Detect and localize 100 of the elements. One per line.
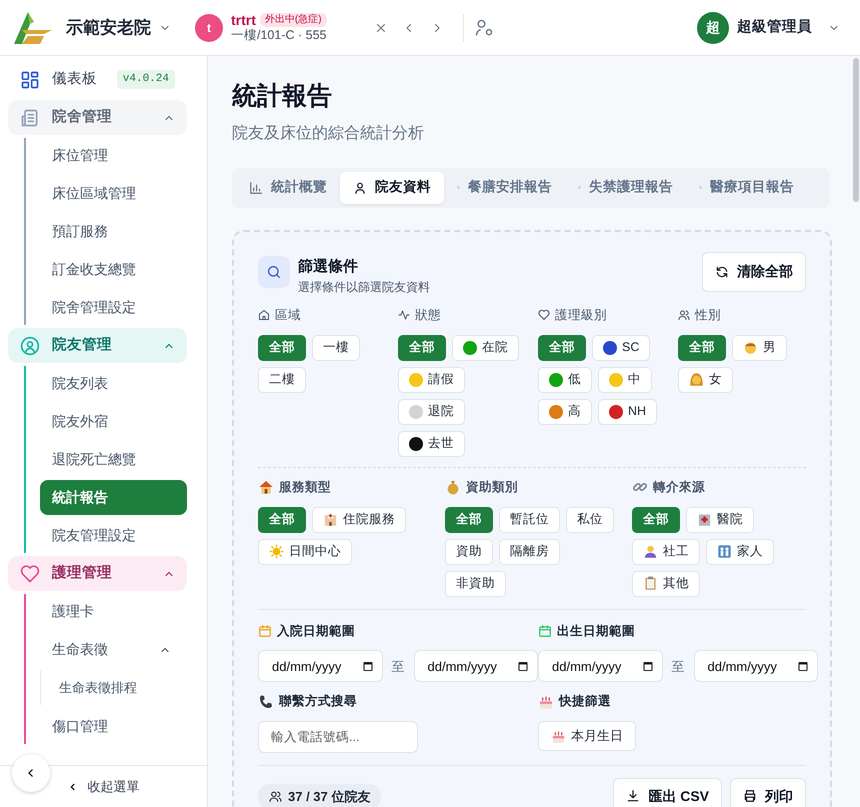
sidebar-subitem[interactable]: 院友外宿 [40, 404, 187, 439]
birthday-filter-button[interactable]: 本月生日 [538, 721, 636, 751]
tab[interactable]: 醫療項目報告 [686, 172, 807, 204]
sidebar-subitem[interactable]: 院友列表 [40, 366, 187, 401]
cake-icon [551, 728, 566, 744]
filter-chip[interactable]: 全部 [258, 334, 306, 361]
sidebar-item[interactable]: 儀表板 v4.0.24 [8, 62, 187, 97]
resident-count: 37 / 37 位院友 [258, 784, 382, 807]
sidebar-group[interactable]: 護理管理 [8, 556, 187, 591]
filter-chip[interactable]: 資助 [445, 538, 493, 564]
calendar-icon [258, 624, 272, 638]
sidebar-subitem[interactable]: 床位管理 [40, 138, 187, 173]
date-field[interactable]: dd/mm/yyyy [538, 650, 662, 682]
tab[interactable]: 統計概覽 [236, 172, 340, 204]
sidebar-group[interactable]: 院友管理 [8, 328, 187, 363]
phone-search-field[interactable]: 輸入電話號碼... [258, 721, 418, 753]
filter-label: 護理級別 [555, 307, 607, 324]
print-button[interactable]: 列印 [730, 778, 806, 807]
sidebar-subitem[interactable]: 傷口管理 [40, 709, 187, 744]
sidebar-subitem[interactable]: 生命表徵排程 [53, 670, 187, 705]
close-icon [374, 22, 387, 34]
range-separator: 至 [672, 658, 684, 676]
money-bag-icon [445, 479, 461, 496]
filter-chip[interactable]: 高 [538, 398, 592, 425]
filter-chip[interactable]: 去世 [398, 430, 465, 457]
sidebar-group[interactable]: 院舍管理 [8, 100, 187, 135]
printer-icon [743, 789, 757, 803]
close-button[interactable] [374, 22, 387, 34]
filter-chip[interactable]: 全部 [678, 334, 726, 361]
date-range-label: 入院日期範圍 [277, 622, 355, 640]
page-subtitle: 院友及床位的綜合統計分析 [232, 124, 425, 144]
bar-chart-icon [249, 180, 263, 194]
filter-chip[interactable]: 私位 [566, 506, 614, 532]
user-avatar: 超 [697, 12, 729, 44]
filter-title: 篩選條件 [298, 256, 359, 276]
chevron-left-icon [68, 782, 78, 792]
filter-chip[interactable]: 全部 [258, 506, 306, 532]
filter-chip[interactable]: 其他 [632, 570, 700, 596]
filter-subtitle: 選擇條件以篩選院友資料 [298, 279, 430, 296]
heart-icon [538, 309, 550, 322]
filter-chip[interactable]: 住院服務 [312, 506, 406, 532]
filter-chip[interactable]: SC [592, 334, 650, 361]
page-title: 統計報告 [232, 81, 333, 112]
collapse-menu-link[interactable]: 收起選單 [88, 776, 140, 796]
tab[interactable]: 失禁護理報告 [565, 172, 686, 204]
filter-chip[interactable]: 女 [678, 366, 733, 393]
person-icon [643, 544, 658, 559]
tab[interactable]: 餐膳安排報告 [444, 172, 565, 204]
range-separator: 至 [392, 658, 404, 676]
filter-chip[interactable]: 在院 [452, 334, 519, 361]
status-badge: 外出中(急症) [260, 12, 327, 27]
tab[interactable]: 院友資料 [340, 172, 444, 204]
sidebar-subitem[interactable]: 訂金收支總覽 [40, 252, 187, 287]
hospital-icon [697, 512, 712, 527]
sidebar-subitem[interactable]: 院友管理設定 [40, 518, 187, 553]
filter-chip[interactable]: 全部 [538, 334, 586, 361]
filter-chip[interactable]: 暫託位 [499, 506, 560, 532]
cake-icon [538, 694, 554, 710]
filter-chip[interactable]: 退院 [398, 398, 465, 425]
filter-chip[interactable]: 醫院 [686, 506, 754, 532]
filter-chip[interactable]: 全部 [445, 506, 493, 532]
sidebar-subitem[interactable]: 退院死亡總覽 [40, 442, 187, 477]
filter-chip[interactable]: 二樓 [258, 366, 306, 393]
user-settings-icon [474, 18, 494, 38]
clipboard-icon [643, 576, 658, 591]
date-range-label: 出生日期範圍 [557, 622, 635, 640]
filter-chip[interactable]: 隔離房 [499, 538, 560, 564]
dashboard-icon [20, 70, 40, 90]
filter-label: 性別 [695, 307, 721, 324]
person-icon [353, 180, 367, 194]
date-field[interactable]: dd/mm/yyyy [258, 650, 382, 682]
sidebar-subitem[interactable]: 生命表徵 [40, 632, 187, 667]
filter-chip[interactable]: 日間中心 [258, 538, 352, 564]
scrollbar-thumb[interactable] [853, 58, 859, 202]
filter-chip[interactable]: 請假 [398, 366, 465, 393]
filter-chip[interactable]: 社工 [632, 538, 700, 564]
filter-chip[interactable]: 非資助 [445, 570, 506, 596]
filter-label: 轉介來源 [653, 478, 705, 496]
filter-chip[interactable]: NH [598, 398, 658, 425]
sidebar-subitem[interactable]: 預訂服務 [40, 214, 187, 249]
clear-all-button[interactable]: 清除全部 [702, 252, 806, 292]
filter-chip[interactable]: 男 [732, 334, 787, 361]
sidebar-subitem[interactable]: 床位區域管理 [40, 176, 187, 211]
date-field[interactable]: dd/mm/yyyy [414, 650, 538, 682]
date-field[interactable]: dd/mm/yyyy [694, 650, 818, 682]
filter-chip[interactable]: 全部 [632, 506, 680, 532]
filter-chip[interactable]: 全部 [398, 334, 446, 361]
export-csv-button[interactable]: 匯出 CSV [613, 778, 722, 807]
woman-icon [689, 372, 704, 388]
sun-icon [269, 544, 284, 559]
filter-chip[interactable]: 一樓 [312, 334, 360, 361]
sidebar-subitem[interactable]: 統計報告 [40, 480, 187, 515]
org-name: 示範安老院 [66, 16, 151, 39]
sidebar-subitem[interactable]: 院舍管理設定 [40, 290, 187, 325]
sidebar-subitem[interactable]: 護理卡 [40, 594, 187, 629]
filter-chip[interactable]: 中 [598, 366, 652, 393]
calendar-icon [538, 624, 552, 638]
filter-chip[interactable]: 家人 [706, 538, 774, 564]
user-settings-button[interactable] [474, 18, 494, 38]
filter-chip[interactable]: 低 [538, 366, 592, 393]
